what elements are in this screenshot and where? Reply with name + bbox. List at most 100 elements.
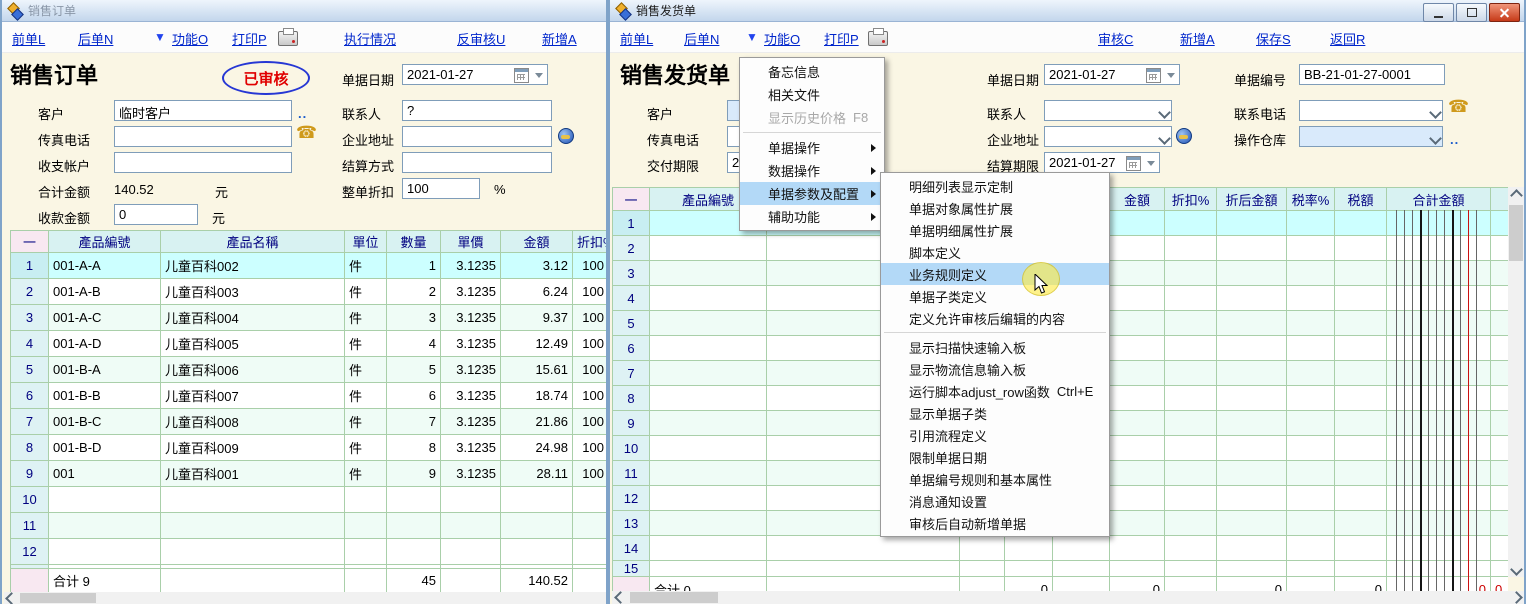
grid-cell[interactable]: 件 [345,279,387,305]
grid-cell[interactable] [1110,361,1165,386]
grid-cell[interactable] [1335,261,1387,286]
scroll-down-button[interactable] [1508,561,1524,577]
grid-cell[interactable] [1335,361,1387,386]
grid-cell[interactable]: 儿童百科008 [161,409,345,435]
print-link[interactable]: 打印P [232,29,267,48]
row-number[interactable]: 1 [11,253,49,279]
grid-cell[interactable]: 儿童百科003 [161,279,345,305]
grid-cell[interactable]: 3.1235 [441,253,501,279]
grid-cell[interactable]: 001-B-A [49,357,161,383]
grid-cell[interactable] [345,539,387,565]
menu-item[interactable]: 业务规则定义 [881,263,1109,285]
column-header[interactable]: 折后金額 [1217,188,1287,211]
grid-cell[interactable] [1217,286,1287,311]
grid-cell[interactable] [1217,411,1287,436]
row-number[interactable]: 9 [613,411,650,436]
sales-order-titlebar[interactable]: 销售订单 [2,0,606,22]
row-number[interactable]: 1 [613,211,650,236]
chevron-down-icon[interactable] [1167,73,1175,78]
grid-cell[interactable]: 18.74 [501,383,573,409]
grid-cell[interactable] [650,411,767,436]
grid-cell[interactable]: 1 [387,253,441,279]
grid-cell[interactable] [1491,336,1509,361]
address-combobox[interactable] [1044,126,1172,147]
row-number[interactable]: 7 [11,409,49,435]
row-number[interactable]: 3 [613,261,650,286]
grid-cell[interactable] [1165,361,1217,386]
grid-cell[interactable]: 001-B-D [49,435,161,461]
grid-cell[interactable] [1335,536,1387,561]
row-number[interactable]: 10 [613,436,650,461]
grid-cell[interactable] [1287,461,1335,486]
scrollbar-thumb[interactable] [20,593,96,603]
grid-cell[interactable] [1217,511,1287,536]
grid-cell[interactable] [1287,286,1335,311]
grid-cell[interactable] [345,487,387,513]
grid-cell[interactable] [650,361,767,386]
grid-cell[interactable]: 100 [573,279,607,305]
grid-cell[interactable]: 100 [573,383,607,409]
grid-cell[interactable] [650,311,767,336]
grid-cell[interactable]: 4 [387,331,441,357]
grid-cell[interactable]: 12.49 [501,331,573,357]
grid-cell[interactable] [501,513,573,539]
menu-item[interactable]: 显示历史价格F8 [740,106,884,129]
grid-cell[interactable] [1335,336,1387,361]
calendar-icon[interactable] [1146,68,1161,83]
row-number[interactable]: 6 [11,383,49,409]
scroll-left-button[interactable] [612,591,628,604]
grid-cell[interactable] [1491,486,1509,511]
grid-cell[interactable] [1217,536,1287,561]
grid-cell[interactable]: 001-A-D [49,331,161,357]
grid-cell[interactable] [441,513,501,539]
add-new-link[interactable]: 新增A [542,29,577,48]
grid-cell[interactable] [1335,311,1387,336]
grid-cell[interactable] [650,286,767,311]
menu-item[interactable]: 显示物流信息输入板 [881,358,1109,380]
grid-cell[interactable] [650,536,767,561]
grid-cell[interactable]: 001-B-B [49,383,161,409]
settle-date-input[interactable]: 2021-01-27 [1044,152,1160,173]
row-number[interactable]: 13 [613,511,650,536]
grid-cell[interactable] [161,513,345,539]
grid-cell[interactable] [49,539,161,565]
column-header[interactable]: 折扣% [573,231,607,253]
contact-input[interactable]: ? [402,100,552,121]
grid-cell[interactable] [1110,436,1165,461]
grid-cell[interactable] [1165,486,1217,511]
grid-cell[interactable] [501,487,573,513]
menu-item[interactable]: 单据操作 [740,136,884,159]
chevron-down-icon[interactable] [1158,132,1171,145]
grid-cell[interactable] [1387,211,1491,236]
grid-cell[interactable] [1165,386,1217,411]
prev-doc-link[interactable]: 前单L [12,29,45,48]
grid-cell[interactable]: 100 [573,331,607,357]
column-header[interactable]: 產品名稱 [161,231,345,253]
grid-cell[interactable] [49,487,161,513]
grid-cell[interactable] [1287,411,1335,436]
grid-cell[interactable]: 件 [345,383,387,409]
grid-cell[interactable] [650,261,767,286]
grid-cell[interactable]: 3.12 [501,253,573,279]
grid-cell[interactable] [1491,361,1509,386]
grid-cell[interactable] [1387,236,1491,261]
grid-cell[interactable]: 100 [573,461,607,487]
grid-cell[interactable] [1217,361,1287,386]
grid-cell[interactable] [1165,411,1217,436]
grid-cell[interactable] [767,536,960,561]
grid-cell[interactable] [1110,536,1165,561]
grid-cell[interactable] [1287,386,1335,411]
grid-cell[interactable] [1287,361,1335,386]
grid-cell[interactable] [650,436,767,461]
grid-cell[interactable] [1491,386,1509,411]
grid-cell[interactable] [1387,511,1491,536]
row-number[interactable]: 11 [11,513,49,539]
grid-cell[interactable] [1165,436,1217,461]
grid-cell[interactable]: 3.1235 [441,435,501,461]
chevron-down-icon[interactable] [1147,161,1155,166]
row-number[interactable]: 5 [11,357,49,383]
grid-cell[interactable] [1217,436,1287,461]
grid-cell[interactable] [1387,361,1491,386]
menu-item[interactable]: 单据子类定义 [881,285,1109,307]
row-number[interactable]: 12 [11,539,49,565]
